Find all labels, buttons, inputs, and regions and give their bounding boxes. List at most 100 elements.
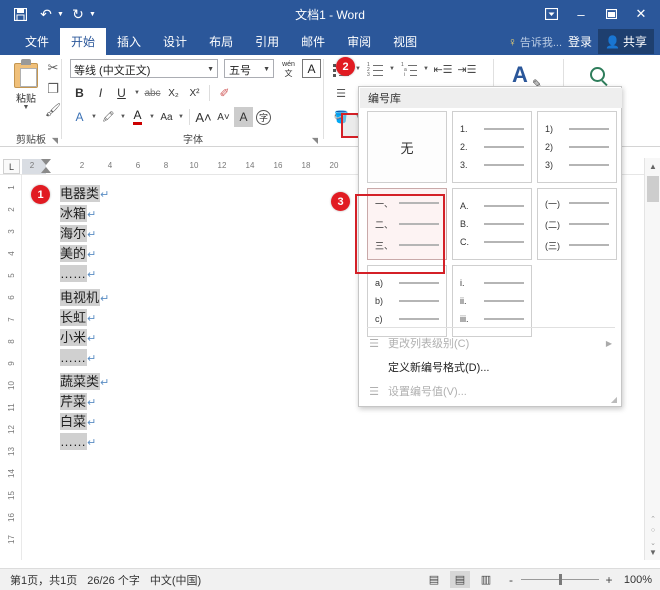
gallery-cell-chinese-dun[interactable]: 一、 二、 三、 [367, 188, 447, 260]
gallery-cell-arabic-dot[interactable]: 1. 2. 3. [452, 111, 532, 183]
previous-page-icon[interactable]: ⌃ [647, 513, 659, 524]
document-line[interactable]: 电器类↵ [60, 187, 109, 203]
tab-stop-selector[interactable]: L [3, 159, 20, 174]
italic-button[interactable]: I [91, 83, 110, 103]
subscript-button[interactable]: X₂ [164, 83, 183, 103]
font-color-caret[interactable]: ▼ [148, 114, 156, 120]
tab-view[interactable]: 视图 [382, 28, 428, 55]
print-layout-button[interactable]: ▤ [450, 571, 470, 588]
tab-design[interactable]: 设计 [152, 28, 198, 55]
document-line[interactable]: 美的↵ [60, 247, 96, 263]
phonetic-guide-icon[interactable]: wén文 [278, 58, 299, 79]
clear-formatting-icon[interactable]: ✐ [215, 83, 234, 103]
document-line[interactable]: 芹菜↵ [60, 395, 96, 411]
multilevel-list-button[interactable]: 1 a i [398, 58, 420, 80]
tab-references[interactable]: 引用 [244, 28, 290, 55]
word-count[interactable]: 26/26 个字 [87, 572, 140, 588]
gallery-cell-chinese-paren[interactable]: (一) (二) (三) [537, 188, 617, 260]
tab-file[interactable]: 文件 [14, 28, 60, 55]
menu-set-numbering-value[interactable]: ☰ 设置编号值(V)... [360, 379, 622, 403]
zoom-slider-thumb[interactable] [559, 574, 562, 585]
paste-dropdown-caret[interactable]: ▼ [23, 105, 30, 111]
text-effects-caret[interactable]: ▼ [90, 114, 98, 120]
change-case-button[interactable]: Aa [157, 107, 176, 127]
select-browse-object-icon[interactable]: ○ [647, 525, 659, 536]
language-indicator[interactable]: 中文(中国) [150, 572, 201, 588]
zoom-in-button[interactable]: + [604, 573, 614, 587]
document-line[interactable]: 白菜↵ [60, 415, 96, 431]
tab-review[interactable]: 审阅 [336, 28, 382, 55]
underline-caret[interactable]: ▼ [133, 90, 141, 96]
find-icon[interactable] [590, 67, 605, 82]
menu-change-list-level[interactable]: ☰ 更改列表级别(C) ▶ [360, 331, 622, 355]
highlight-caret[interactable]: ▼ [119, 114, 127, 120]
share-button[interactable]: 👤 共享 [598, 29, 654, 54]
character-shading-button[interactable]: A [234, 107, 253, 127]
font-size-combobox[interactable]: 五号 ▼ [224, 59, 274, 78]
document-line[interactable]: 长虹↵ [60, 311, 96, 327]
ribbon-display-options-icon[interactable] [536, 1, 566, 27]
zoom-level[interactable]: 100% [620, 574, 652, 586]
zoom-out-button[interactable]: - [506, 573, 516, 587]
resize-grip-icon[interactable]: ◢ [611, 395, 617, 404]
document-line[interactable]: 冰箱↵ [60, 207, 96, 223]
tab-layout[interactable]: 布局 [198, 28, 244, 55]
scroll-up-icon[interactable]: ▲ [645, 158, 660, 174]
cut-icon[interactable]: ✂ [44, 57, 62, 78]
copy-icon[interactable]: ❐ [44, 78, 62, 99]
document-line[interactable]: ……↵ [60, 351, 96, 367]
gallery-cell-upper-alpha[interactable]: A. B. C. [452, 188, 532, 260]
hanging-indent-marker[interactable] [41, 167, 51, 173]
vertical-scrollbar[interactable]: ▲ ⌃ ○ ⌄ ▼ [644, 158, 660, 560]
change-case-caret[interactable]: ▼ [177, 114, 185, 120]
restore-icon[interactable] [596, 1, 626, 27]
zoom-slider-track[interactable] [521, 579, 599, 580]
font-dialog-launcher[interactable]: ◥ [312, 136, 318, 145]
document-line[interactable]: 小米↵ [60, 331, 96, 347]
highlight-color-button[interactable]: 🖍 [99, 107, 118, 127]
vertical-ruler[interactable]: 1 2 3 4 5 6 7 8 9 10 11 12 13 14 15 16 1… [3, 175, 20, 560]
gallery-cell-none[interactable]: 无 [367, 111, 447, 183]
font-name-combobox[interactable]: 等线 (中文正文) ▼ [70, 59, 218, 78]
numbering-gallery-dropdown[interactable]: 编号库 无 1. 2. 3. 1) 2) 3) 一、 二、 三、 A. [358, 86, 622, 407]
underline-button[interactable]: U [112, 83, 131, 103]
gallery-cell-arabic-paren[interactable]: 1) 2) 3) [537, 111, 617, 183]
numbering-caret[interactable]: ▼ [388, 66, 396, 72]
font-name-caret[interactable]: ▼ [207, 66, 214, 73]
document-line[interactable]: ……↵ [60, 435, 96, 451]
document-line[interactable]: 海尔↵ [60, 227, 96, 243]
bullets-caret[interactable]: ▼ [354, 66, 362, 72]
multilevel-caret[interactable]: ▼ [422, 66, 430, 72]
shrink-font-button[interactable]: A˅ [214, 107, 233, 127]
format-painter-icon[interactable]: 🖌 [44, 99, 62, 120]
web-layout-button[interactable]: ▥ [476, 571, 496, 588]
close-icon[interactable]: ✕ [626, 1, 656, 27]
read-mode-button[interactable]: ▤ [424, 571, 444, 588]
decrease-indent-button[interactable]: ⇤☰ [432, 58, 454, 80]
tab-mailings[interactable]: 邮件 [290, 28, 336, 55]
superscript-button[interactable]: X² [185, 83, 204, 103]
numbering-button[interactable]: 1 2 3 [364, 58, 386, 80]
menu-define-new-number-format[interactable]: 定义新编号格式(D)... [360, 355, 622, 379]
bold-button[interactable]: B [70, 83, 89, 103]
enclose-character-button[interactable]: 字 [254, 107, 273, 127]
document-line[interactable]: 蔬菜类↵ [60, 375, 109, 391]
font-color-button[interactable]: A [128, 107, 147, 127]
strikethrough-button[interactable]: abc [143, 83, 162, 103]
tab-home[interactable]: 开始 [60, 28, 106, 55]
document-line[interactable]: 电视机↵ [60, 291, 109, 307]
scrollbar-thumb[interactable] [647, 176, 659, 202]
tell-me-box[interactable]: ♀ 告诉我... [508, 34, 562, 50]
styles-gallery-icon[interactable]: A [512, 63, 528, 87]
first-line-indent-marker[interactable] [41, 159, 51, 165]
clipboard-dialog-launcher[interactable]: ◥ [52, 136, 58, 145]
minimize-icon[interactable]: – [566, 1, 596, 27]
sign-in-button[interactable]: 登录 [568, 33, 592, 50]
scroll-down-icon[interactable]: ▼ [645, 544, 660, 560]
align-left-button[interactable]: ☰ [330, 82, 352, 104]
increase-indent-button[interactable]: ⇥☰ [456, 58, 478, 80]
document-line[interactable]: ……↵ [60, 267, 96, 283]
tab-insert[interactable]: 插入 [106, 28, 152, 55]
character-border-icon[interactable]: A [302, 59, 321, 78]
grow-font-button[interactable]: A˄ [194, 107, 213, 127]
